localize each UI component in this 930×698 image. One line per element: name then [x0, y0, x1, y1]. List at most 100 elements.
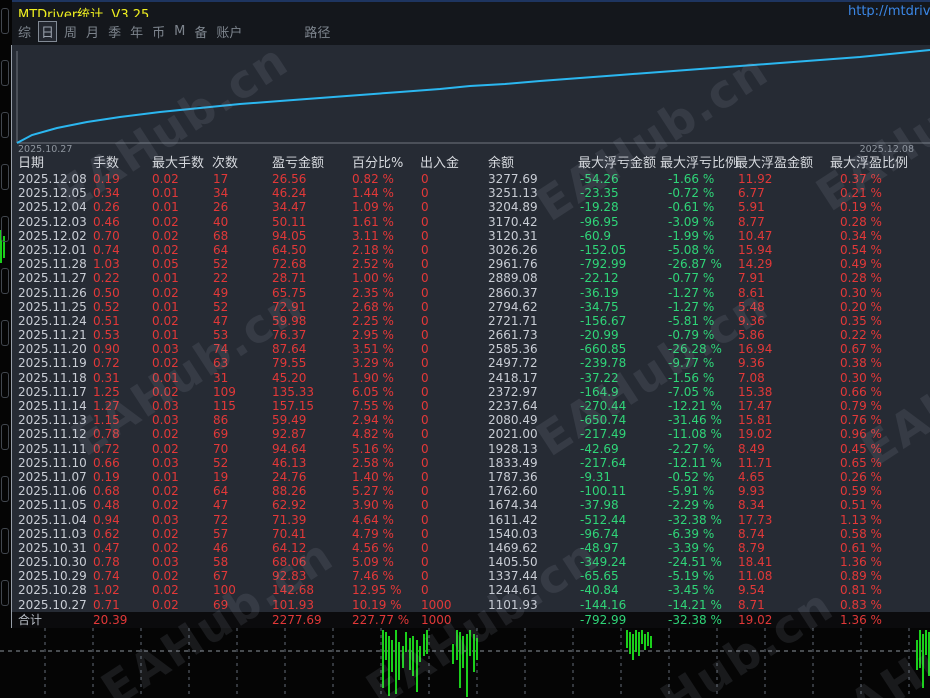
cell: -0.77 % [660, 271, 735, 285]
cell: -12.11 % [660, 456, 735, 470]
cell: 0.62 [93, 527, 150, 541]
cell: 0.02 [150, 541, 205, 555]
cell: 0.90 [93, 342, 150, 356]
cell: 9.36 [735, 314, 830, 328]
cell: 0 [418, 498, 465, 512]
cell: 64 [205, 243, 268, 257]
cell: 0.76 % [830, 413, 930, 427]
cell: 0.59 % [830, 484, 930, 498]
menu-item-周[interactable]: 周 [64, 22, 77, 41]
toolbar-fragment [1, 112, 9, 138]
cell: 2021.00 [465, 427, 575, 441]
cell: 2.25 % [350, 314, 418, 328]
cell: 19 [205, 470, 268, 484]
cell: 2025.11.19 [18, 356, 93, 370]
cell: 2661.73 [465, 328, 575, 342]
cell: -217.49 [575, 427, 660, 441]
equity-curve [17, 50, 930, 143]
table-row: 2025.11.050.480.024762.923.90 %01674.34-… [12, 498, 930, 512]
cell: 2889.08 [465, 271, 575, 285]
cell: -0.61 % [660, 200, 735, 214]
cell: 1405.50 [465, 555, 575, 569]
cell: 6.77 [735, 186, 830, 200]
cell: -3.39 % [660, 541, 735, 555]
table-row: 2025.11.060.680.026488.265.27 %01762.60-… [12, 484, 930, 498]
toolbar-fragment [1, 424, 9, 450]
cell: 0 [418, 456, 465, 470]
cell: 18.41 [735, 555, 830, 569]
cell: 1.36 % [830, 555, 930, 569]
cell: 5.48 [735, 300, 830, 314]
menu-item-月[interactable]: 月 [86, 22, 99, 41]
cell: 3026.26 [465, 243, 575, 257]
cell: 94.64 [268, 442, 350, 456]
cell: 40 [205, 215, 268, 229]
period-menubar: 综日周月季年币M备账户 路径 [12, 17, 930, 45]
menu-item-综[interactable]: 综 [18, 22, 31, 41]
cell: 2.94 % [350, 413, 418, 427]
menu-item-季[interactable]: 季 [108, 22, 121, 41]
cell: 0.02 [150, 215, 205, 229]
cell: 12.95 % [350, 583, 418, 597]
menu-item-币[interactable]: 币 [152, 22, 165, 41]
cell: 8.49 [735, 442, 830, 456]
cell: 0.28 % [830, 271, 930, 285]
cell: -3.45 % [660, 583, 735, 597]
cell: 0.22 [93, 271, 150, 285]
total-cell: 1000 [418, 612, 465, 628]
cell: 0.96 % [830, 427, 930, 441]
menu-item-年[interactable]: 年 [130, 22, 143, 41]
cell: 2025.10.30 [18, 555, 93, 569]
cell: 1.00 % [350, 271, 418, 285]
cell: 1.03 [93, 257, 150, 271]
cell: 0 [418, 200, 465, 214]
cell: 69 [205, 427, 268, 441]
cell: 0.02 [150, 427, 205, 441]
cell: -7.05 % [660, 385, 735, 399]
cell: 0.05 [150, 257, 205, 271]
cell: 0.03 [150, 399, 205, 413]
cell: 24.76 [268, 470, 350, 484]
cell: 0.02 [150, 442, 205, 456]
total-cell: 19.02 [735, 612, 830, 628]
cell: 0.02 [150, 484, 205, 498]
cell: 58 [205, 555, 268, 569]
cell: 68 [205, 229, 268, 243]
cell: 87.64 [268, 342, 350, 356]
cell: 0.02 [150, 498, 205, 512]
cell: 5.91 [735, 200, 830, 214]
cell: -96.74 [575, 527, 660, 541]
menu-item-账户[interactable]: 账户 [216, 22, 242, 41]
cell: 2025.11.12 [18, 427, 93, 441]
menu-item-path[interactable]: 路径 [304, 22, 330, 41]
cell: -660.85 [575, 342, 660, 356]
table-row: 2025.10.281.020.02100142.6812.95 %01244.… [12, 583, 930, 597]
column-header: 最大浮亏金额 [575, 156, 660, 172]
cell: 0.54 % [830, 243, 930, 257]
daily-stats-table: 日期手数最大手数次数盈亏金额百分比%出入金余额最大浮亏金额最大浮亏比例最大浮盈金… [12, 156, 930, 628]
equity-curve-svg [12, 45, 930, 156]
menu-item-M[interactable]: M [174, 24, 185, 39]
cell: -14.21 % [660, 598, 735, 612]
toolbar-fragment [1, 528, 9, 554]
cell: 0.78 [93, 555, 150, 569]
cell: 74 [205, 342, 268, 356]
cell: 0.02 [150, 314, 205, 328]
cell: 2025.11.13 [18, 413, 93, 427]
cell: 0.19 % [830, 200, 930, 214]
cell: 2025.11.18 [18, 371, 93, 385]
underlying-left-edge [0, 0, 12, 698]
cell: 2961.76 [465, 257, 575, 271]
cell: -32.38 % [660, 513, 735, 527]
cell: 0.37 % [830, 172, 930, 186]
cell: 0.34 % [830, 229, 930, 243]
cell: 0.45 % [830, 442, 930, 456]
cell: -792.99 [575, 257, 660, 271]
menu-item-备[interactable]: 备 [194, 22, 207, 41]
cell: 10.47 [735, 229, 830, 243]
cell: 0.83 % [830, 598, 930, 612]
table-row: 2025.11.250.520.015272.912.68 %02794.62-… [12, 300, 930, 314]
cell: 1.15 [93, 413, 150, 427]
menu-item-日[interactable]: 日 [38, 21, 57, 42]
cell: 0.02 [150, 527, 205, 541]
